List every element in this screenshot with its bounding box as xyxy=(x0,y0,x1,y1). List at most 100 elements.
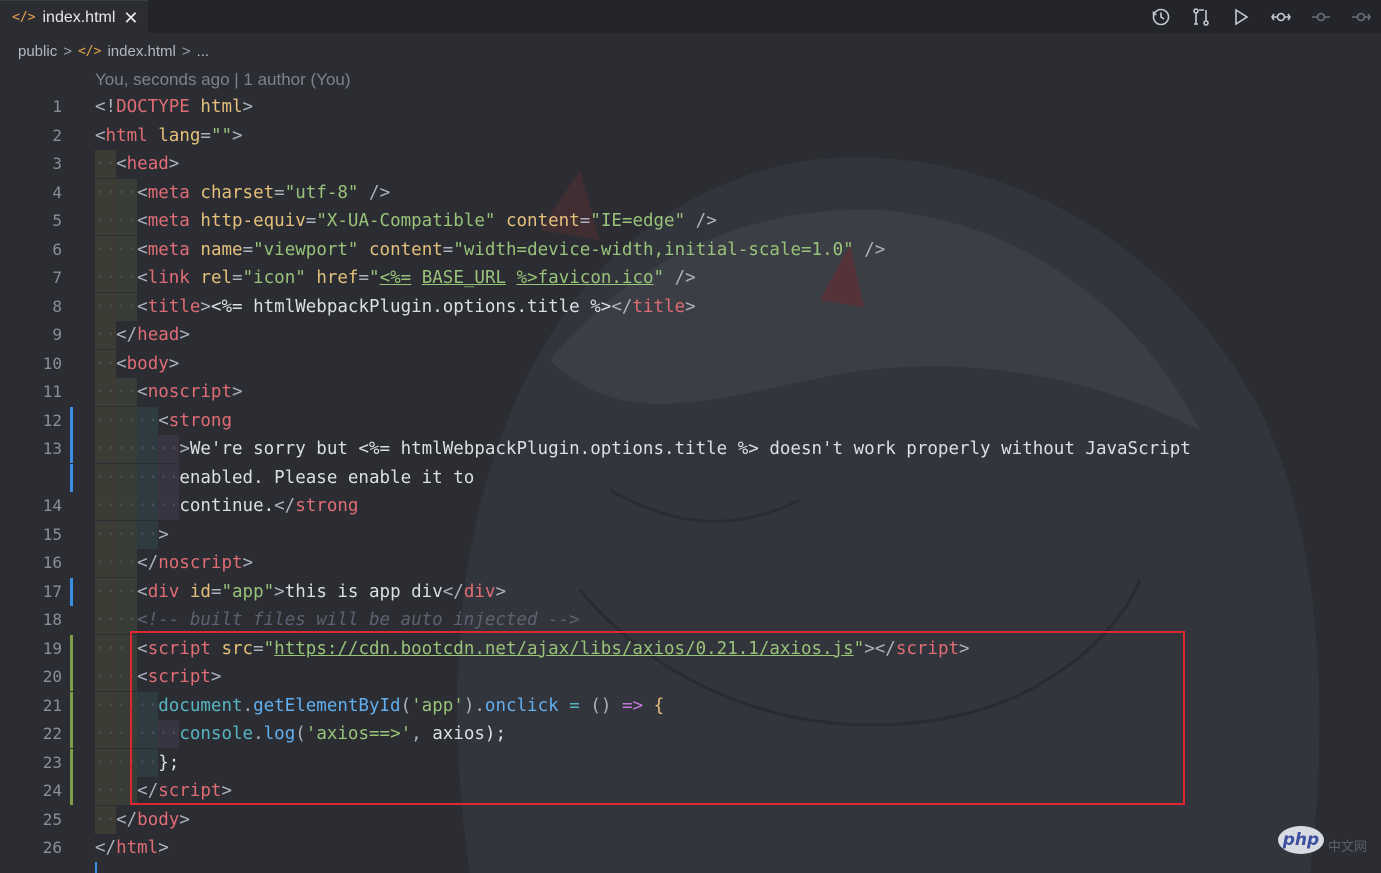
code-token: > xyxy=(200,296,211,317)
code-text: ······<strong xyxy=(95,406,232,435)
close-icon[interactable]: ✕ xyxy=(123,9,138,27)
line-number: 26 xyxy=(42,838,62,857)
code-token: = xyxy=(274,182,285,203)
breadcrumb-file[interactable]: index.html xyxy=(107,43,175,60)
run-icon[interactable] xyxy=(1221,0,1261,33)
line-number: 21 xyxy=(42,695,62,715)
code-line[interactable]: 25 ··</body> xyxy=(0,805,1381,834)
code-token: > xyxy=(179,439,190,459)
text-cursor xyxy=(95,862,97,873)
git-commit-icon[interactable] xyxy=(1261,0,1301,33)
code-line[interactable]: 11 ····<noscript> xyxy=(0,378,1381,406)
html-file-icon: </> xyxy=(77,43,102,59)
code-line[interactable]: 10 ··<body> xyxy=(0,349,1381,378)
gutter-change-marker[interactable] xyxy=(70,691,73,720)
gutter-change-marker[interactable] xyxy=(70,577,73,606)
code-token: http-equiv xyxy=(200,211,306,231)
indent-guide: ·· xyxy=(95,720,117,748)
code-token: < xyxy=(137,268,148,288)
history-icon[interactable] xyxy=(1141,0,1181,33)
code-token: %>favicon.ico xyxy=(516,268,654,288)
code-token: name xyxy=(200,239,243,260)
code-token: meta xyxy=(147,211,190,231)
indent-guide: ·· xyxy=(95,549,117,577)
gutter-change-marker[interactable] xyxy=(70,663,73,691)
code-token: noscript xyxy=(158,553,243,573)
line-number: 12 xyxy=(42,410,62,430)
code-line[interactable]: 7 ····<link rel="icon" href="<%= BASE_URL… xyxy=(0,264,1381,292)
gutter-change-marker[interactable] xyxy=(70,720,73,748)
code-token: < xyxy=(137,581,148,602)
previous-change-icon[interactable] xyxy=(1301,0,1341,33)
code-token: lang xyxy=(158,125,201,146)
code-token: </ xyxy=(116,809,138,830)
html-file-icon: </> xyxy=(12,10,36,25)
code-text: ········>We're sorry but <%= htmlWebpack… xyxy=(95,435,1191,463)
code-line[interactable]: 12 ······<strong xyxy=(0,406,1381,435)
code-token: = xyxy=(579,211,591,231)
code-line[interactable]: 1 <!DOCTYPE html> xyxy=(0,93,1381,121)
code-line[interactable]: 3 ··<head> xyxy=(0,150,1381,178)
code-token: /> xyxy=(695,211,717,231)
gutter-change-marker[interactable] xyxy=(70,406,73,435)
code-line[interactable]: 15 ······> xyxy=(0,520,1381,549)
code-token: <%= xyxy=(379,268,412,288)
gutter-change-marker[interactable] xyxy=(70,634,73,663)
indent-guide: ·· xyxy=(137,520,159,549)
gutter-change-marker[interactable] xyxy=(70,777,73,805)
code-line[interactable]: 16 ····</noscript> xyxy=(0,549,1381,577)
indent-guide: ·· xyxy=(116,292,138,321)
next-change-icon[interactable] xyxy=(1341,0,1381,33)
code-line[interactable]: 2 <html lang=""> xyxy=(0,122,1381,150)
code-token: <!-- built files will be auto injected -… xyxy=(137,610,580,630)
tab-index-html[interactable]: </> index.html ✕ xyxy=(0,0,148,34)
code-token: id xyxy=(189,581,211,602)
code-token: < xyxy=(137,182,148,203)
code-line[interactable]: ········enabled. Please enable it to xyxy=(0,463,1381,492)
code-token: > xyxy=(179,809,190,830)
line-number: 15 xyxy=(42,524,62,544)
code-token: > xyxy=(685,296,696,317)
highlight-box xyxy=(130,631,1185,805)
code-token: = xyxy=(242,239,254,260)
indent-guide: ·· xyxy=(95,435,117,463)
gutter-change-marker[interactable] xyxy=(70,748,73,777)
breadcrumb-folder[interactable]: public xyxy=(18,43,57,60)
compare-changes-icon[interactable] xyxy=(1181,0,1221,33)
code-line[interactable]: 17 ····<div id="app">this is app div</div… xyxy=(0,577,1381,606)
breadcrumb-symbols[interactable]: ... xyxy=(197,43,210,60)
indent-guide: ·· xyxy=(95,492,117,520)
code-token: </ xyxy=(95,838,117,858)
code-token: content xyxy=(505,211,580,231)
line-number: 2 xyxy=(52,125,62,145)
code-line[interactable]: 9 ··</head> xyxy=(0,321,1381,349)
code-token: "IE=edge" xyxy=(590,211,686,231)
indent-guide: ·· xyxy=(158,435,180,463)
code-line[interactable]: 4 ····<meta charset="utf-8" /> xyxy=(0,178,1381,207)
gutter-change-marker[interactable] xyxy=(70,435,73,463)
line-number: 11 xyxy=(42,382,62,401)
tab-bar: </> index.html ✕ xyxy=(0,0,1381,34)
code-token: strong xyxy=(295,496,359,516)
code-line[interactable]: 14 ········continue.</strong xyxy=(0,492,1381,520)
code-line[interactable]: 5 ····<meta http-equiv="X-UA-Compatible" … xyxy=(0,207,1381,235)
git-blame-annotation[interactable]: You, seconds ago | 1 author (You) xyxy=(95,70,351,90)
indent-guide: ·· xyxy=(95,292,117,321)
code-token: body xyxy=(126,353,169,374)
code-line[interactable]: 26 </html> xyxy=(0,834,1381,862)
code-token: "app" xyxy=(221,581,275,602)
code-line[interactable]: 18 ····<!-- built files will be auto inje… xyxy=(0,606,1381,634)
code-line[interactable]: 13 ········>We're sorry but <%= htmlWebpa… xyxy=(0,435,1381,463)
code-token: rel xyxy=(200,268,233,288)
gutter-change-marker[interactable] xyxy=(70,463,73,492)
code-line[interactable]: 6 ····<meta name="viewport" content="widt… xyxy=(0,235,1381,264)
code-line[interactable]: 8 ····<title><%= htmlWebpackPlugin.option… xyxy=(0,292,1381,321)
watermark-text: 中文网 xyxy=(1328,839,1368,854)
